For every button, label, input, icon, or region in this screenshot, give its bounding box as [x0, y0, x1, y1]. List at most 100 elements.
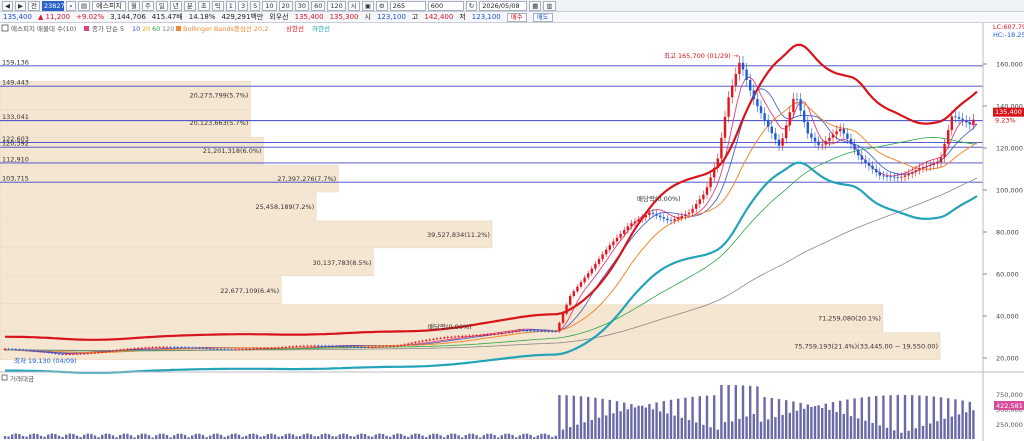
candle-body: [738, 62, 741, 75]
volume-bar: [641, 405, 644, 439]
candle-body: [594, 263, 597, 269]
grid-icon[interactable]: ▥: [543, 0, 556, 11]
volume-bar: [281, 436, 284, 439]
volume-bar: [864, 420, 867, 439]
period-second[interactable]: 초: [197, 0, 210, 11]
interval-120[interactable]: 120: [327, 0, 346, 11]
candle-body: [727, 97, 730, 117]
period-month[interactable]: 월: [127, 0, 140, 11]
volume-bar: [806, 404, 809, 439]
period-week[interactable]: 주: [141, 0, 154, 11]
candle-body: [943, 143, 946, 158]
high-label: 고: [411, 13, 419, 21]
lock-icon[interactable]: ▣: [361, 0, 374, 11]
volume-bar: [57, 435, 61, 439]
settings-icon[interactable]: ⚙: [375, 0, 388, 11]
volume-bar: [961, 400, 964, 439]
interval-10[interactable]: 10: [262, 0, 277, 11]
candle-body: [590, 268, 593, 274]
volume-bar: [893, 430, 896, 439]
volume-bar: [716, 429, 719, 439]
candle-body: [291, 346, 295, 348]
candle-body: [648, 212, 651, 216]
candle-body: [68, 354, 71, 355]
candle-body: [777, 139, 781, 146]
price-chart[interactable]: 20,273,799(5.7%)20,123,663(5.7%)21,201,3…: [0, 23, 1024, 441]
volume-tick-750: 750,000: [996, 391, 1023, 399]
date-input[interactable]: 2026/05/08: [479, 0, 528, 11]
interval-1[interactable]: 1: [225, 0, 236, 11]
buy-button[interactable]: 매수: [506, 12, 527, 22]
candle-body: [266, 347, 269, 349]
candle-body: [299, 345, 302, 347]
volume-bar: [302, 434, 305, 439]
period-minute[interactable]: 분: [183, 0, 196, 11]
volume-bar: [176, 433, 179, 439]
period-year[interactable]: 년: [169, 0, 182, 11]
candle-body: [219, 349, 223, 350]
volume-bar: [263, 435, 266, 439]
price-level-label: 149,443: [2, 79, 29, 87]
candle-body: [965, 120, 968, 123]
volume-bar: [425, 437, 428, 439]
candle-body: [241, 349, 244, 351]
candle-body: [846, 133, 849, 139]
sell-button[interactable]: 매도: [532, 12, 553, 22]
volume-bar: [623, 402, 626, 439]
time-button[interactable]: 시: [347, 0, 360, 11]
open-price: 135,400: [294, 13, 324, 21]
volume-bar: [875, 396, 878, 439]
calendar-picker-icon[interactable]: ▦: [529, 0, 542, 11]
volume-bar: [72, 433, 75, 439]
interval-3[interactable]: 3: [237, 0, 249, 11]
volume-bar: [252, 433, 255, 439]
volume-bar: [367, 435, 370, 439]
candle-body: [349, 346, 352, 348]
stock-code-input[interactable]: 238270: [41, 0, 69, 11]
refresh-icon[interactable]: ↻: [465, 0, 478, 11]
candle-body: [518, 330, 521, 332]
volume-bar: [68, 433, 71, 439]
volume-bar: [842, 413, 845, 439]
candle-body: [889, 176, 892, 178]
interval-5[interactable]: 5: [250, 0, 261, 11]
period-tick[interactable]: 틱: [211, 0, 224, 11]
interval-20[interactable]: 20: [278, 0, 293, 11]
candle-body: [302, 345, 305, 347]
price-level-label: 159,136: [2, 58, 29, 66]
prev-button[interactable]: ◀: [2, 0, 13, 11]
volume-bar: [14, 433, 17, 439]
volume-bar: [464, 435, 467, 439]
calendar-icon[interactable]: ▤: [77, 0, 91, 11]
volume-bar: [65, 434, 68, 439]
candle-body: [11, 348, 14, 350]
volume-bar: [954, 399, 957, 439]
search-icon[interactable]: ⌕: [65, 0, 76, 11]
candle-body: [425, 340, 428, 341]
count-input[interactable]: 265: [389, 0, 426, 11]
volume-bar: [738, 418, 741, 439]
candle-body: [918, 168, 921, 171]
volume-profile-label: 39,527,834(11.2%): [427, 231, 490, 239]
interval-30[interactable]: 30: [294, 0, 310, 11]
volume-bar: [36, 434, 39, 439]
candle-body: [201, 347, 205, 349]
candle-body: [486, 334, 489, 336]
candle-body: [273, 347, 277, 349]
candle-body: [662, 217, 665, 219]
next-button[interactable]: ▶: [15, 0, 26, 11]
candle-body: [75, 353, 79, 355]
interval-60[interactable]: 60: [311, 0, 326, 11]
candle-body: [745, 69, 748, 81]
period-day[interactable]: 일: [155, 0, 168, 11]
volume-bar: [180, 433, 183, 439]
volume-bar: [705, 395, 709, 439]
volume-bar: [410, 434, 413, 439]
volume-bar: [619, 411, 622, 439]
candle-body: [687, 212, 691, 215]
all-button[interactable]: 전: [28, 0, 40, 11]
volume-bar: [720, 385, 723, 439]
volume-bar: [140, 433, 143, 439]
candle-body: [482, 334, 485, 336]
volume-bar: [209, 435, 212, 439]
